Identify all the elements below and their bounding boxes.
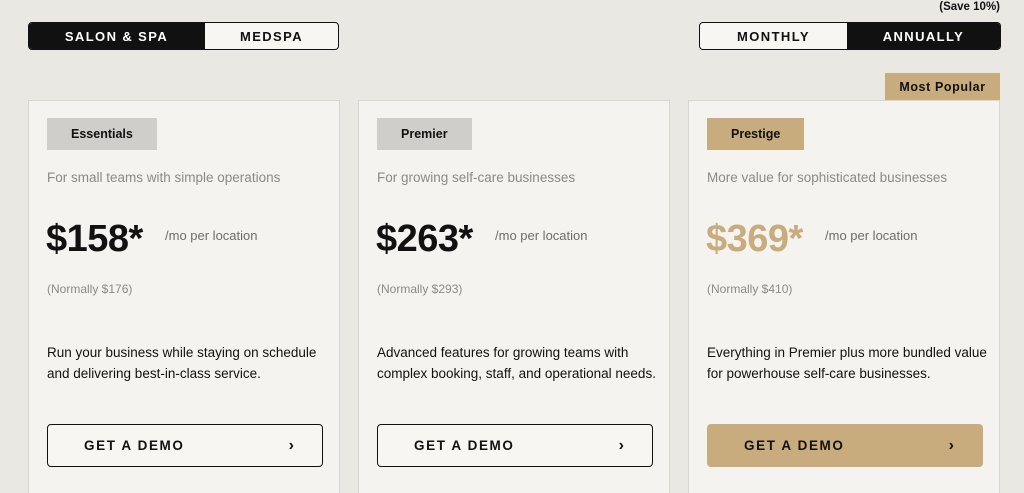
chevron-right-icon: ›: [948, 436, 954, 454]
get-demo-button[interactable]: GET A DEMO ›: [707, 424, 983, 467]
billing-option-monthly[interactable]: MONTHLY: [700, 23, 847, 49]
segment-option-medspa[interactable]: MEDSPA: [204, 23, 338, 49]
price-unit: /mo per location: [165, 228, 258, 243]
billing-toggle: MONTHLY ANNUALLY: [699, 22, 1001, 50]
plan-description: Advanced features for growing teams with…: [377, 345, 656, 381]
plan-card-prestige: Prestige More value for sophisticated bu…: [688, 100, 1000, 493]
price-unit: /mo per location: [825, 228, 918, 243]
billing-option-annually[interactable]: ANNUALLY: [847, 23, 1000, 49]
plan-normal-price: (Normally $410): [707, 282, 793, 296]
plan-card-premier: Premier For growing self-care businesses…: [358, 100, 670, 493]
plan-price: $263*: [376, 218, 473, 260]
plan-name-tag: Prestige: [707, 118, 805, 150]
get-demo-button[interactable]: GET A DEMO ›: [377, 424, 653, 467]
price-unit: /mo per location: [495, 228, 588, 243]
plan-tagline: For growing self-care businesses: [377, 170, 576, 185]
plan-card-essentials: Essentials For small teams with simple o…: [28, 100, 340, 493]
segment-option-salon-spa[interactable]: SALON & SPA: [29, 23, 204, 49]
plan-tagline: For small teams with simple operations: [47, 170, 281, 185]
segment-toggle: SALON & SPA MEDSPA: [28, 22, 339, 50]
plan-normal-price: (Normally $293): [377, 282, 463, 296]
plan-tagline: More value for sophisticated businesses: [707, 170, 948, 185]
plan-price: $158*: [46, 218, 143, 260]
save-note: (Save 10%): [939, 1, 1000, 13]
plan-name-tag: Premier: [377, 118, 472, 150]
most-popular-badge: Most Popular: [885, 73, 1000, 100]
plan-price: $369*: [706, 218, 803, 260]
chevron-right-icon: ›: [618, 436, 624, 454]
plan-normal-price: (Normally $176): [47, 282, 133, 296]
chevron-right-icon: ›: [288, 436, 294, 454]
plan-name-tag: Essentials: [47, 118, 157, 150]
plan-description: Everything in Premier plus more bundled …: [707, 345, 987, 381]
plan-description: Run your business while staying on sched…: [47, 345, 317, 381]
get-demo-label: GET A DEMO: [414, 438, 515, 453]
get-demo-label: GET A DEMO: [84, 438, 185, 453]
get-demo-button[interactable]: GET A DEMO ›: [47, 424, 323, 467]
get-demo-label: GET A DEMO: [744, 438, 845, 453]
